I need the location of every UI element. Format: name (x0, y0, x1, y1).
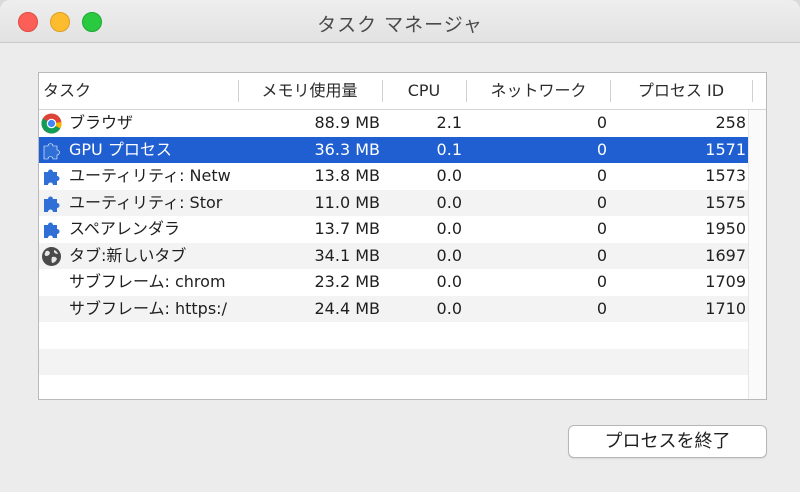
process-name: サブフレーム: chrom (69, 272, 226, 291)
table-row[interactable]: ユーティリティ: Stor 11.0 MB 0.0 0 1575 (39, 189, 748, 216)
process-list: ブラウザ 88.9 MB 2.1 0 258 GPU プロセス 36.3 MB … (39, 110, 748, 402)
chrome-icon (41, 113, 62, 134)
network-value: 0 (596, 192, 607, 212)
puzzle-icon (41, 193, 62, 214)
column-header-memory[interactable]: メモリ使用量 (239, 73, 380, 109)
table-row[interactable]: ユーティリティ: Netw 13.8 MB 0.0 0 1573 (39, 163, 748, 190)
memory-value: 88.9 MB (314, 113, 381, 132)
cpu-value: 0.0 (436, 166, 462, 185)
globe-icon (41, 246, 62, 267)
pid-value: 1950 (705, 219, 746, 238)
network-value: 0 (596, 139, 607, 159)
column-header-pid[interactable]: プロセス ID (611, 73, 751, 109)
process-name: ユーティリティ: Stor (69, 192, 223, 212)
end-process-button[interactable]: プロセスを終了 (568, 425, 767, 458)
pid-value: 1710 (705, 298, 746, 318)
puzzle-icon (41, 166, 62, 187)
pid-value: 1571 (705, 139, 746, 159)
table-row[interactable]: ブラウザ 88.9 MB 2.1 0 258 (39, 110, 748, 137)
empty-row (39, 375, 748, 402)
task-manager-window: タスク マネージャ タスク メモリ使用量 CPU ネットワーク プロセス ID (0, 0, 800, 492)
memory-value: 34.1 MB (314, 245, 381, 265)
pid-value: 258 (715, 113, 746, 132)
process-table: タスク メモリ使用量 CPU ネットワーク プロセス ID ブラウザ 88.9 … (38, 72, 767, 400)
puzzle-icon (41, 140, 62, 161)
memory-value: 23.2 MB (314, 272, 381, 291)
memory-value: 13.7 MB (314, 219, 381, 238)
empty-row (39, 348, 748, 375)
process-name: スペアレンダラ (69, 219, 180, 238)
process-name: GPU プロセス (69, 139, 172, 159)
table-header: タスク メモリ使用量 CPU ネットワーク プロセス ID (39, 73, 766, 110)
network-value: 0 (596, 298, 607, 318)
cpu-value: 0.0 (436, 272, 462, 291)
process-name: ブラウザ (69, 113, 134, 132)
pid-value: 1573 (705, 166, 746, 185)
table-row-selected[interactable]: GPU プロセス 36.3 MB 0.1 0 1571 (39, 136, 748, 163)
column-header-cpu[interactable]: CPU (383, 73, 465, 109)
memory-value: 13.8 MB (314, 166, 381, 185)
cpu-value: 0.0 (436, 219, 462, 238)
network-value: 0 (596, 219, 607, 238)
pid-value: 1575 (705, 192, 746, 212)
network-value: 0 (596, 245, 607, 265)
table-row[interactable]: サブフレーム: https:/ 24.4 MB 0.0 0 1710 (39, 295, 748, 322)
column-divider[interactable] (752, 80, 753, 102)
column-header-network[interactable]: ネットワーク (467, 73, 610, 109)
memory-value: 36.3 MB (314, 139, 381, 159)
cpu-value: 0.1 (436, 139, 462, 159)
cpu-value: 2.1 (436, 113, 462, 132)
cpu-value: 0.0 (436, 298, 462, 318)
memory-value: 11.0 MB (314, 192, 381, 212)
network-value: 0 (596, 113, 607, 132)
window-title: タスク マネージャ (317, 14, 483, 36)
process-name: ユーティリティ: Netw (69, 166, 231, 185)
memory-value: 24.4 MB (314, 298, 381, 318)
pid-value: 1697 (705, 245, 746, 265)
table-row[interactable]: サブフレーム: chrom 23.2 MB 0.0 0 1709 (39, 269, 748, 296)
cpu-value: 0.0 (436, 245, 462, 265)
network-value: 0 (596, 272, 607, 291)
table-row[interactable]: タブ:新しいタブ 34.1 MB 0.0 0 1697 (39, 242, 748, 269)
empty-row (39, 322, 748, 349)
process-name: タブ:新しいタブ (69, 245, 187, 265)
column-header-task[interactable]: タスク (43, 73, 238, 109)
table-row[interactable]: スペアレンダラ 13.7 MB 0.0 0 1950 (39, 216, 748, 243)
process-name: サブフレーム: https:/ (69, 298, 227, 318)
network-value: 0 (596, 166, 607, 185)
title-bar: タスク マネージャ (0, 0, 800, 43)
cpu-value: 0.0 (436, 192, 462, 212)
puzzle-icon (41, 219, 62, 240)
vertical-scrollbar[interactable] (748, 110, 766, 399)
pid-value: 1709 (705, 272, 746, 291)
